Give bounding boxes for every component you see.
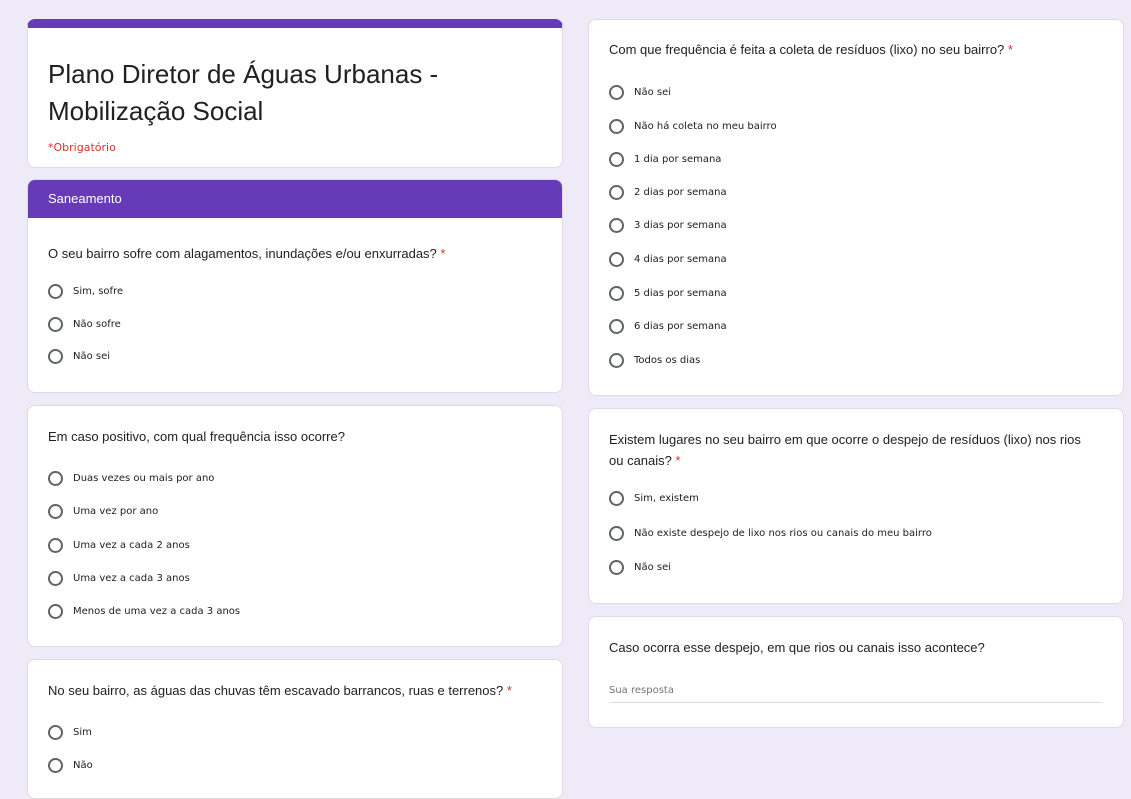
question-text-line-1: Existem lugares no seu bairro em que oco…	[609, 432, 1081, 447]
radio-option[interactable]: Não sei	[609, 83, 671, 101]
radio-option[interactable]: Menos de uma vez a cada 3 anos	[48, 602, 240, 620]
option-label: 5 dias por semana	[634, 287, 727, 299]
question-title: Em caso positivo, com qual frequência is…	[48, 426, 542, 447]
radio-circle-icon[interactable]	[48, 348, 63, 364]
question-card-erosion: No seu bairro, as águas das chuvas têm e…	[27, 659, 563, 799]
option-label: Não há coleta no meu bairro	[634, 120, 777, 132]
radio-circle-icon[interactable]	[609, 525, 624, 541]
radio-circle-icon[interactable]	[48, 316, 63, 332]
required-note: *Obrigatório	[48, 141, 116, 154]
question-title: Caso ocorra esse despejo, em que rios ou…	[609, 637, 1103, 658]
radio-circle-icon[interactable]	[48, 603, 63, 619]
radio-circle-icon[interactable]	[609, 559, 624, 575]
section-header: Saneamento	[28, 180, 562, 218]
radio-circle-icon[interactable]	[48, 470, 63, 486]
question-text: O seu bairro sofre com alagamentos, inun…	[48, 246, 437, 261]
required-star: *	[675, 453, 681, 468]
option-label: Não sei	[634, 561, 672, 573]
option-label: Todos os dias	[634, 354, 701, 366]
radio-option[interactable]: 5 dias por semana	[609, 284, 727, 302]
question-text: Com que frequência é feita a coleta de r…	[609, 42, 1005, 57]
radio-circle-icon[interactable]	[609, 318, 624, 334]
option-label: Sim, existem	[634, 492, 699, 504]
radio-circle-icon[interactable]	[609, 490, 624, 506]
radio-option[interactable]: Uma vez a cada 2 anos	[48, 536, 190, 554]
radio-circle-icon[interactable]	[609, 285, 624, 301]
radio-option[interactable]: Não há coleta no meu bairro	[609, 117, 777, 135]
option-label: Menos de uma vez a cada 3 anos	[73, 605, 241, 617]
short-answer-input[interactable]: Sua resposta	[609, 677, 1103, 703]
required-star: *	[440, 246, 446, 261]
radio-circle-icon[interactable]	[609, 251, 624, 267]
option-label: 4 dias por semana	[634, 253, 727, 265]
option-label: Uma vez a cada 3 anos	[73, 572, 190, 584]
radio-option[interactable]: Não sofre	[48, 315, 121, 333]
radio-option[interactable]: 3 dias por semana	[609, 216, 727, 234]
option-label: Não sei	[634, 86, 672, 98]
radio-option[interactable]: Sim, existem	[609, 489, 699, 507]
radio-option[interactable]: 6 dias por semana	[609, 317, 727, 335]
option-label: Não sofre	[73, 318, 121, 330]
radio-circle-icon[interactable]	[48, 537, 63, 553]
radio-circle-icon[interactable]	[48, 757, 63, 773]
option-label: Sim, sofre	[73, 285, 124, 297]
radio-option[interactable]: 4 dias por semana	[609, 250, 727, 268]
form-title-line-2: Mobilização Social	[48, 96, 264, 126]
question-text: No seu bairro, as águas das chuvas têm e…	[48, 683, 504, 698]
option-label: 2 dias por semana	[634, 186, 727, 198]
question-text-line-2: ou canais?	[609, 453, 672, 468]
question-title: O seu bairro sofre com alagamentos, inun…	[48, 243, 542, 264]
question-title: Com que frequência é feita a coleta de r…	[609, 39, 1103, 60]
form-title: Plano Diretor de Águas Urbanas - Mobiliz…	[48, 56, 528, 130]
question-card-waste-collection: Com que frequência é feita a coleta de r…	[588, 19, 1124, 396]
radio-option[interactable]: Sim	[48, 723, 92, 741]
option-label: 1 dia por semana	[634, 153, 722, 165]
option-label: Não sei	[73, 350, 111, 362]
option-label: 6 dias por semana	[634, 320, 727, 332]
radio-circle-icon[interactable]	[48, 570, 63, 586]
form-title-line-1: Plano Diretor de Águas Urbanas -	[48, 59, 439, 89]
radio-option[interactable]: 2 dias por semana	[609, 183, 727, 201]
radio-circle-icon[interactable]	[609, 184, 624, 200]
required-star: *	[506, 683, 512, 698]
radio-option[interactable]: Não	[48, 756, 93, 774]
required-star: *	[1007, 42, 1013, 57]
option-label: Uma vez a cada 2 anos	[73, 539, 190, 551]
radio-option[interactable]: Todos os dias	[609, 351, 700, 369]
radio-circle-icon[interactable]	[609, 151, 624, 167]
radio-option[interactable]: Uma vez a cada 3 anos	[48, 569, 190, 587]
option-label: Sim	[73, 726, 92, 738]
question-card-flooding: Saneamento O seu bairro sofre com alagam…	[27, 179, 563, 393]
option-label: Não existe despejo de lixo nos rios ou c…	[634, 527, 932, 539]
radio-option[interactable]: Uma vez por ano	[48, 502, 158, 520]
form-header-card: Plano Diretor de Águas Urbanas - Mobiliz…	[27, 19, 563, 168]
question-text: Caso ocorra esse despejo, em que rios ou…	[609, 640, 985, 655]
radio-option[interactable]: Não sei	[609, 558, 671, 576]
radio-option[interactable]: 1 dia por semana	[609, 150, 721, 168]
question-title: Existem lugares no seu bairro em que oco…	[609, 429, 1103, 471]
radio-circle-icon[interactable]	[48, 283, 63, 299]
radio-option[interactable]: Não existe despejo de lixo nos rios ou c…	[609, 524, 932, 542]
radio-circle-icon[interactable]	[609, 118, 624, 134]
question-text: Em caso positivo, com qual frequência is…	[48, 429, 345, 444]
option-label: Uma vez por ano	[73, 505, 159, 517]
question-title: No seu bairro, as águas das chuvas têm e…	[48, 680, 542, 701]
radio-circle-icon[interactable]	[609, 217, 624, 233]
radio-circle-icon[interactable]	[48, 503, 63, 519]
question-card-dumping-location: Caso ocorra esse despejo, em que rios ou…	[588, 616, 1124, 728]
question-card-frequency: Em caso positivo, com qual frequência is…	[27, 405, 563, 647]
option-label: Duas vezes ou mais por ano	[73, 472, 215, 484]
radio-option[interactable]: Não sei	[48, 347, 110, 365]
question-card-waste-dumping: Existem lugares no seu bairro em que oco…	[588, 408, 1124, 604]
radio-circle-icon[interactable]	[609, 352, 624, 368]
radio-option[interactable]: Sim, sofre	[48, 282, 123, 300]
radio-circle-icon[interactable]	[48, 724, 63, 740]
radio-circle-icon[interactable]	[609, 84, 624, 100]
radio-option[interactable]: Duas vezes ou mais por ano	[48, 469, 214, 487]
option-label: 3 dias por semana	[634, 219, 727, 231]
